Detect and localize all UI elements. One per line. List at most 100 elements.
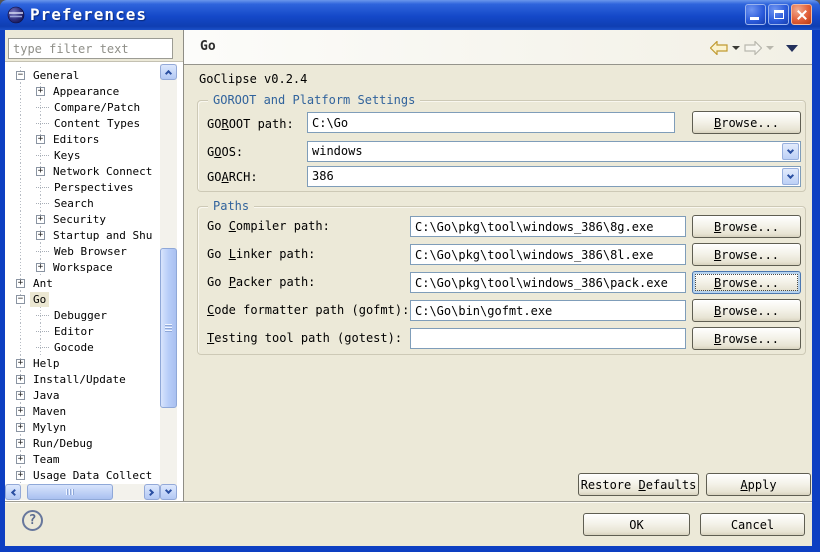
forward-history-dropdown-icon[interactable]	[766, 46, 774, 50]
tree-item-ant[interactable]: +Ant	[5, 275, 160, 291]
tree-item-help[interactable]: +Help	[5, 355, 160, 371]
expand-icon[interactable]: +	[16, 455, 25, 464]
goos-dropdown-button[interactable]	[782, 143, 799, 160]
tree-item-startup-and-shu[interactable]: +Startup and Shu	[5, 227, 160, 243]
expand-icon[interactable]: +	[16, 439, 25, 448]
expand-icon[interactable]: +	[36, 215, 45, 224]
filter-input[interactable]	[8, 38, 173, 59]
tree-item-install-update[interactable]: +Install/Update	[5, 371, 160, 387]
go-linker-path-browse-button[interactable]: Browse...	[692, 243, 801, 266]
testing-tool-path-label: Testing tool path (gotest):	[207, 331, 402, 345]
go-compiler-path-browse-button[interactable]: Browse...	[692, 215, 801, 238]
forward-arrow-icon[interactable]	[744, 41, 762, 55]
expand-icon[interactable]: +	[16, 407, 25, 416]
goos-combobox[interactable]: windows	[307, 141, 801, 162]
tree-item-appearance[interactable]: + Appearance	[5, 83, 160, 99]
code-formatter-path-browse-button[interactable]: Browse...	[692, 299, 801, 322]
expand-icon[interactable]: +	[16, 375, 25, 384]
apply-button[interactable]: Apply	[706, 473, 811, 496]
horizontal-scrollbar-thumb[interactable]	[27, 484, 113, 500]
scroll-left-button[interactable]	[5, 484, 21, 500]
tree-item-label: Appearance	[50, 84, 122, 99]
tree-item-perspectives[interactable]: Perspectives	[5, 179, 160, 195]
tree-item-label: Network Connect	[50, 164, 155, 179]
expand-icon[interactable]: +	[16, 279, 25, 288]
goarch-combobox[interactable]: 386	[307, 166, 801, 187]
tree-item-mylyn[interactable]: +Mylyn	[5, 419, 160, 435]
tree-horizontal-scrollbar[interactable]	[5, 484, 160, 500]
eclipse-icon	[7, 6, 25, 24]
go-linker-path-label: Go Linker path:	[207, 247, 315, 261]
tree-item-editors[interactable]: +Editors	[5, 131, 160, 147]
expand-icon[interactable]: +	[16, 423, 25, 432]
ok-button[interactable]: OK	[583, 513, 690, 536]
expand-icon[interactable]: +	[36, 135, 45, 144]
tree-item-search[interactable]: Search	[5, 195, 160, 211]
restore-defaults-button[interactable]: Restore Defaults	[578, 473, 699, 496]
tree-vertical-scrollbar[interactable]	[160, 64, 177, 500]
tree-item-compare-patch[interactable]: Compare/Patch	[5, 99, 160, 115]
tree-item-gocode[interactable]: Gocode	[5, 339, 160, 355]
expand-icon[interactable]: +	[16, 471, 25, 480]
expand-icon[interactable]: +	[36, 167, 45, 176]
preference-page-panel: Go GoClipse v0.2.4 GOROOT and Platform S…	[184, 30, 812, 501]
goroot-path-input[interactable]	[307, 112, 675, 133]
tree-item-go[interactable]: −Go	[5, 291, 160, 307]
view-menu-icon[interactable]	[786, 45, 798, 52]
back-history-dropdown-icon[interactable]	[732, 46, 740, 50]
vertical-scrollbar-thumb[interactable]	[160, 248, 177, 408]
tree-item-editor[interactable]: Editor	[5, 323, 160, 339]
tree-connector	[36, 331, 49, 332]
titlebar[interactable]: Preferences	[0, 0, 820, 30]
tree-item-usage-data-collect[interactable]: +Usage Data Collect	[5, 467, 160, 483]
scroll-down-button[interactable]	[160, 484, 177, 500]
expand-icon[interactable]: +	[36, 263, 45, 272]
testing-tool-path-input[interactable]	[410, 328, 686, 349]
code-formatter-path-input[interactable]	[410, 300, 686, 321]
tree-item-keys[interactable]: Keys	[5, 147, 160, 163]
collapse-icon[interactable]: −	[16, 71, 25, 80]
tree-item-maven[interactable]: +Maven	[5, 403, 160, 419]
group-title: Paths	[208, 199, 254, 213]
go-compiler-path-row: Go Compiler path:Browse...	[198, 216, 805, 239]
window-title: Preferences	[30, 0, 147, 29]
tree-item-debugger[interactable]: Debugger	[5, 307, 160, 323]
expand-icon[interactable]: +	[36, 231, 45, 240]
minimize-icon	[750, 17, 759, 20]
chevron-down-icon	[787, 146, 794, 153]
tree-connector	[36, 107, 49, 108]
expand-icon[interactable]: +	[16, 391, 25, 400]
tree-item-security[interactable]: + Security	[5, 211, 160, 227]
go-compiler-path-input[interactable]	[410, 216, 686, 237]
tree-item-workspace[interactable]: +Workspace	[5, 259, 160, 275]
collapse-icon[interactable]: −	[16, 295, 25, 304]
tree-item-label: Compare/Patch	[51, 100, 143, 115]
help-button[interactable]: ?	[22, 510, 43, 531]
tree-item-content-types[interactable]: Content Types	[5, 115, 160, 131]
back-arrow-icon[interactable]	[710, 41, 728, 55]
page-title: Go	[200, 39, 216, 54]
scroll-right-button[interactable]	[144, 484, 160, 500]
testing-tool-path-browse-button[interactable]: Browse...	[692, 327, 801, 350]
expand-icon[interactable]: +	[36, 87, 45, 96]
goarch-dropdown-button[interactable]	[782, 168, 799, 185]
tree-connector	[36, 203, 49, 204]
scroll-up-button[interactable]	[160, 64, 177, 80]
tree-item-web-browser[interactable]: Web Browser	[5, 243, 160, 259]
maximize-button[interactable]	[768, 4, 789, 25]
go-packer-path-input[interactable]	[410, 272, 686, 293]
go-packer-path-browse-button[interactable]: Browse...	[692, 271, 801, 294]
tree-item-label: Security	[50, 212, 109, 227]
minimize-button[interactable]	[745, 4, 766, 25]
tree-item-team[interactable]: +Team	[5, 451, 160, 467]
tree-item-general[interactable]: −General	[5, 67, 160, 83]
tree-item-network-connect[interactable]: + Network Connect	[5, 163, 160, 179]
goroot-browse-button[interactable]: Browse...	[692, 111, 801, 134]
go-linker-path-input[interactable]	[410, 244, 686, 265]
close-button[interactable]	[791, 4, 812, 25]
tree-item-run-debug[interactable]: +Run/Debug	[5, 435, 160, 451]
tree-item-java[interactable]: +Java	[5, 387, 160, 403]
chevron-down-icon	[787, 171, 794, 178]
expand-icon[interactable]: +	[16, 359, 25, 368]
cancel-button[interactable]: Cancel	[700, 513, 805, 536]
